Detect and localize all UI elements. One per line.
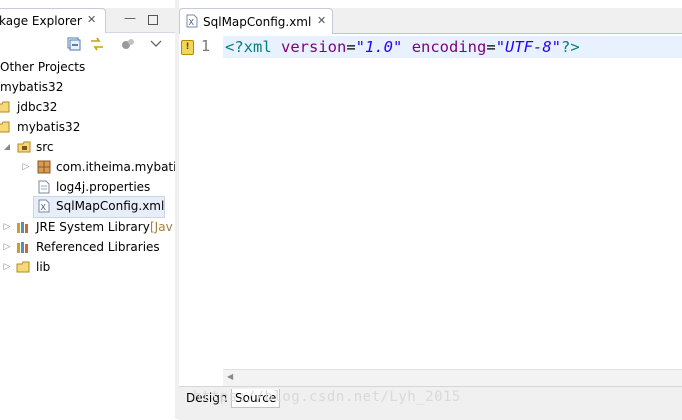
xml-attr-version: version [281, 38, 347, 56]
package-explorer-tab[interactable]: kage Explorer ✕ [0, 8, 106, 33]
tree-item-jre-system-library[interactable]: ▷ JRE System Library [Jav [0, 217, 175, 237]
collapse-all-icon[interactable] [67, 37, 81, 51]
tree-item-src[interactable]: ◢ src [0, 137, 175, 157]
editor-area: X SqlMapConfig.xml ✕ ! 1 <?xml version="… [179, 0, 682, 420]
folder-icon [16, 261, 30, 273]
tree-item-package[interactable]: ▷ com.itheima.mybatis [0, 157, 183, 177]
package-icon [37, 160, 51, 174]
tree-item-label: src [36, 140, 54, 154]
view-menu-icon[interactable] [150, 40, 162, 48]
svg-text:X: X [41, 203, 47, 212]
project-icon [0, 121, 10, 133]
tree-item-label: Other Projects [0, 60, 86, 74]
code-line: <?xml version="1.0" encoding="UTF-8"?> [225, 37, 580, 57]
minimize-icon[interactable]: — [124, 11, 136, 25]
editor-tab-label: SqlMapConfig.xml [203, 15, 312, 29]
tree-item-mybatis32[interactable]: mybatis32 [0, 117, 175, 137]
close-icon[interactable]: ✕ [87, 13, 96, 26]
file-icon [38, 180, 50, 194]
tree-item-label: lib [36, 260, 51, 274]
editor-tabbar: X SqlMapConfig.xml ✕ [179, 8, 682, 34]
package-explorer-toolbar [0, 33, 175, 55]
filter-icon[interactable] [121, 37, 135, 51]
xml-value-encoding: "UTF-8" [495, 38, 562, 56]
close-icon[interactable]: ✕ [317, 14, 326, 27]
tree-item-lib[interactable]: ▷ lib [0, 257, 175, 277]
link-with-editor-icon[interactable] [89, 37, 105, 51]
tree-item-label: mybatis32 [17, 120, 81, 134]
xml-decl-close: ?> [561, 38, 580, 56]
tree-item-label: JRE System Library [36, 220, 150, 234]
svg-text:X: X [189, 18, 195, 27]
collapsed-arrow-icon[interactable]: ▷ [2, 257, 12, 277]
line-number: 1 [201, 37, 211, 55]
xml-file-icon: X [186, 14, 198, 28]
watermark: https://blog.csdn.net/Lyh_2015 [193, 389, 461, 405]
package-explorer-view: kage Explorer ✕ — Other Projects mybatis… [0, 0, 183, 419]
collapsed-arrow-icon[interactable]: ▷ [2, 217, 12, 237]
xml-attr-encoding: encoding [411, 38, 487, 56]
xml-file-icon: X [38, 199, 50, 213]
xml-equals: = [486, 38, 496, 56]
expanded-arrow-icon[interactable]: ◢ [2, 137, 12, 157]
xml-value-version: "1.0" [355, 38, 403, 56]
tree-item-suffix: [Jav [150, 220, 173, 234]
xml-space [402, 38, 411, 56]
tree-item-label: Referenced Libraries [36, 240, 160, 254]
tree-item-label: log4j.properties [56, 180, 151, 194]
library-icon [17, 242, 28, 253]
package-explorer-tabbar: kage Explorer ✕ — [0, 8, 175, 33]
code-editor[interactable]: <?xml version="1.0" encoding="UTF-8"?> [223, 34, 682, 369]
scroll-left-icon[interactable]: ◀ [227, 372, 233, 381]
tree-item-jdbc32[interactable]: jdbc32 [0, 97, 175, 117]
xml-equals: = [346, 38, 356, 56]
library-icon [17, 222, 28, 233]
maximize-icon[interactable] [148, 15, 158, 25]
editor-tab-sqlmapconfig[interactable]: X SqlMapConfig.xml ✕ [179, 8, 333, 34]
horizontal-scrollbar[interactable]: ◀ [223, 369, 682, 386]
xml-decl-open: <?xml [225, 38, 281, 56]
tree-item-label: jdbc32 [17, 100, 58, 114]
tree-item-label: SqlMapConfig.xml [56, 199, 165, 213]
tree-item-label: mybatis32 [0, 80, 64, 94]
project-icon [0, 101, 10, 113]
package-explorer-tab-label: kage Explorer [0, 14, 82, 28]
tree-item-log4j-properties[interactable]: log4j.properties [0, 177, 175, 197]
tree-item-referenced-libraries[interactable]: ▷ Referenced Libraries [0, 237, 175, 257]
collapsed-arrow-icon[interactable]: ▷ [21, 157, 31, 177]
collapsed-arrow-icon[interactable]: ▷ [2, 237, 12, 257]
source-folder-icon [17, 141, 31, 153]
warning-icon[interactable]: ! [181, 40, 194, 55]
tree-item-sqlmapconfig-xml[interactable]: X SqlMapConfig.xml [33, 196, 165, 218]
tree-item-label: com.itheima.mybatis [56, 160, 183, 174]
editor-ruler [179, 34, 223, 369]
